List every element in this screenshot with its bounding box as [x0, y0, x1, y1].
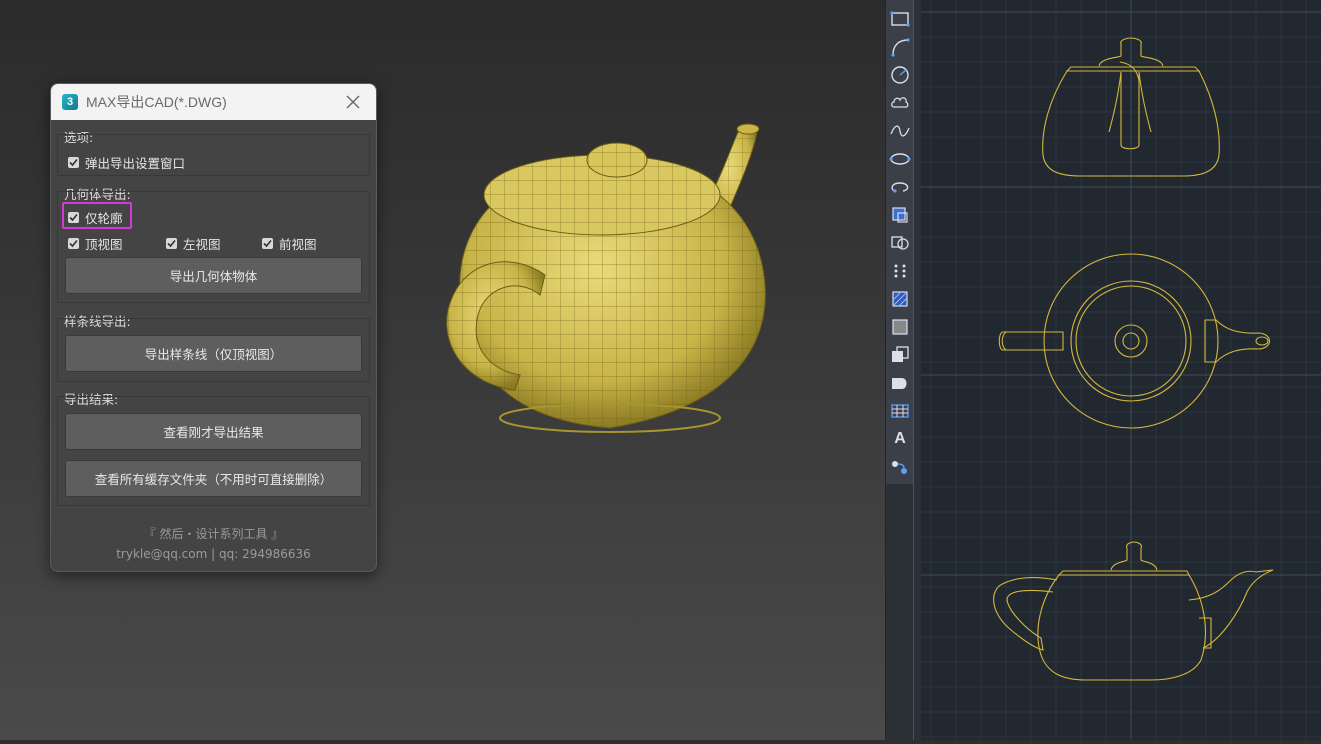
- checkbox-checked-icon: [166, 238, 177, 249]
- front-view-checkbox[interactable]: 前视图: [262, 234, 317, 253]
- 3dsmax-app-icon: 3: [62, 94, 78, 110]
- checkbox-checked-icon: [68, 238, 79, 249]
- point-icon[interactable]: [889, 260, 911, 282]
- top-view-checkbox[interactable]: 顶视图: [68, 234, 123, 253]
- region-icon[interactable]: [889, 372, 911, 394]
- checkbox-checked-icon: [68, 157, 79, 168]
- cad-drawing: [921, 0, 1321, 740]
- 3d-viewport[interactable]: 3 MAX导出CAD(*.DWG) 选项: 弹出导出设置窗口 几何体导出: 仅轮…: [0, 0, 885, 740]
- gradient-icon[interactable]: [889, 316, 911, 338]
- view-cache-folder-button[interactable]: 查看所有缓存文件夹（不用时可直接删除）: [65, 460, 362, 497]
- toolbar-empty-area: [886, 484, 914, 740]
- export-dialog: 3 MAX导出CAD(*.DWG) 选项: 弹出导出设置窗口 几何体导出: 仅轮…: [50, 83, 377, 572]
- spline-icon[interactable]: [889, 120, 911, 142]
- outline-only-label: 仅轮廓: [85, 211, 123, 226]
- insert-block-icon[interactable]: [889, 204, 911, 226]
- footer-credit: 『 然后・设计系列工具 』: [143, 527, 284, 541]
- boundary-icon[interactable]: [889, 344, 911, 366]
- footer-contact: trykle@qq.com | qq: 294986636: [116, 547, 311, 561]
- teapot-top-view[interactable]: [998, 253, 1271, 429]
- teapot-3d-model[interactable]: [420, 110, 790, 450]
- table-icon[interactable]: [889, 400, 911, 422]
- cad-model-space[interactable]: [921, 0, 1321, 740]
- popup-settings-checkbox[interactable]: 弹出导出设置窗口: [68, 153, 185, 172]
- cad-draw-toolbar: A: [885, 0, 914, 740]
- top-view-label: 顶视图: [85, 237, 123, 252]
- close-button[interactable]: [344, 93, 362, 111]
- outline-only-checkbox[interactable]: 仅轮廓: [68, 208, 123, 227]
- popup-settings-label: 弹出导出设置窗口: [85, 156, 186, 171]
- hatch-icon[interactable]: [889, 288, 911, 310]
- left-view-checkbox[interactable]: 左视图: [166, 234, 221, 253]
- close-icon: [346, 95, 360, 109]
- checkbox-checked-icon: [68, 212, 79, 223]
- circle-icon[interactable]: [889, 64, 911, 86]
- ellipse-icon[interactable]: [889, 148, 911, 170]
- create-block-icon[interactable]: [889, 232, 911, 254]
- ellipse-arc-icon[interactable]: [889, 176, 911, 198]
- checkbox-checked-icon: [262, 238, 273, 249]
- text-icon[interactable]: A: [889, 428, 911, 450]
- dialog-title: MAX导出CAD(*.DWG): [86, 94, 227, 110]
- arc-icon[interactable]: [889, 36, 911, 58]
- revision-cloud-icon[interactable]: [889, 92, 911, 114]
- add-selected-icon[interactable]: [889, 456, 911, 478]
- front-view-label: 前视图: [279, 237, 317, 252]
- export-spline-button[interactable]: 导出样条线（仅顶视图）: [65, 335, 362, 372]
- rectangle-icon[interactable]: [889, 8, 911, 30]
- left-view-label: 左视图: [183, 237, 221, 252]
- dialog-titlebar[interactable]: 3 MAX导出CAD(*.DWG): [51, 84, 376, 120]
- export-geometry-button[interactable]: 导出几何体物体: [65, 257, 362, 294]
- view-last-result-button[interactable]: 查看刚才导出结果: [65, 413, 362, 450]
